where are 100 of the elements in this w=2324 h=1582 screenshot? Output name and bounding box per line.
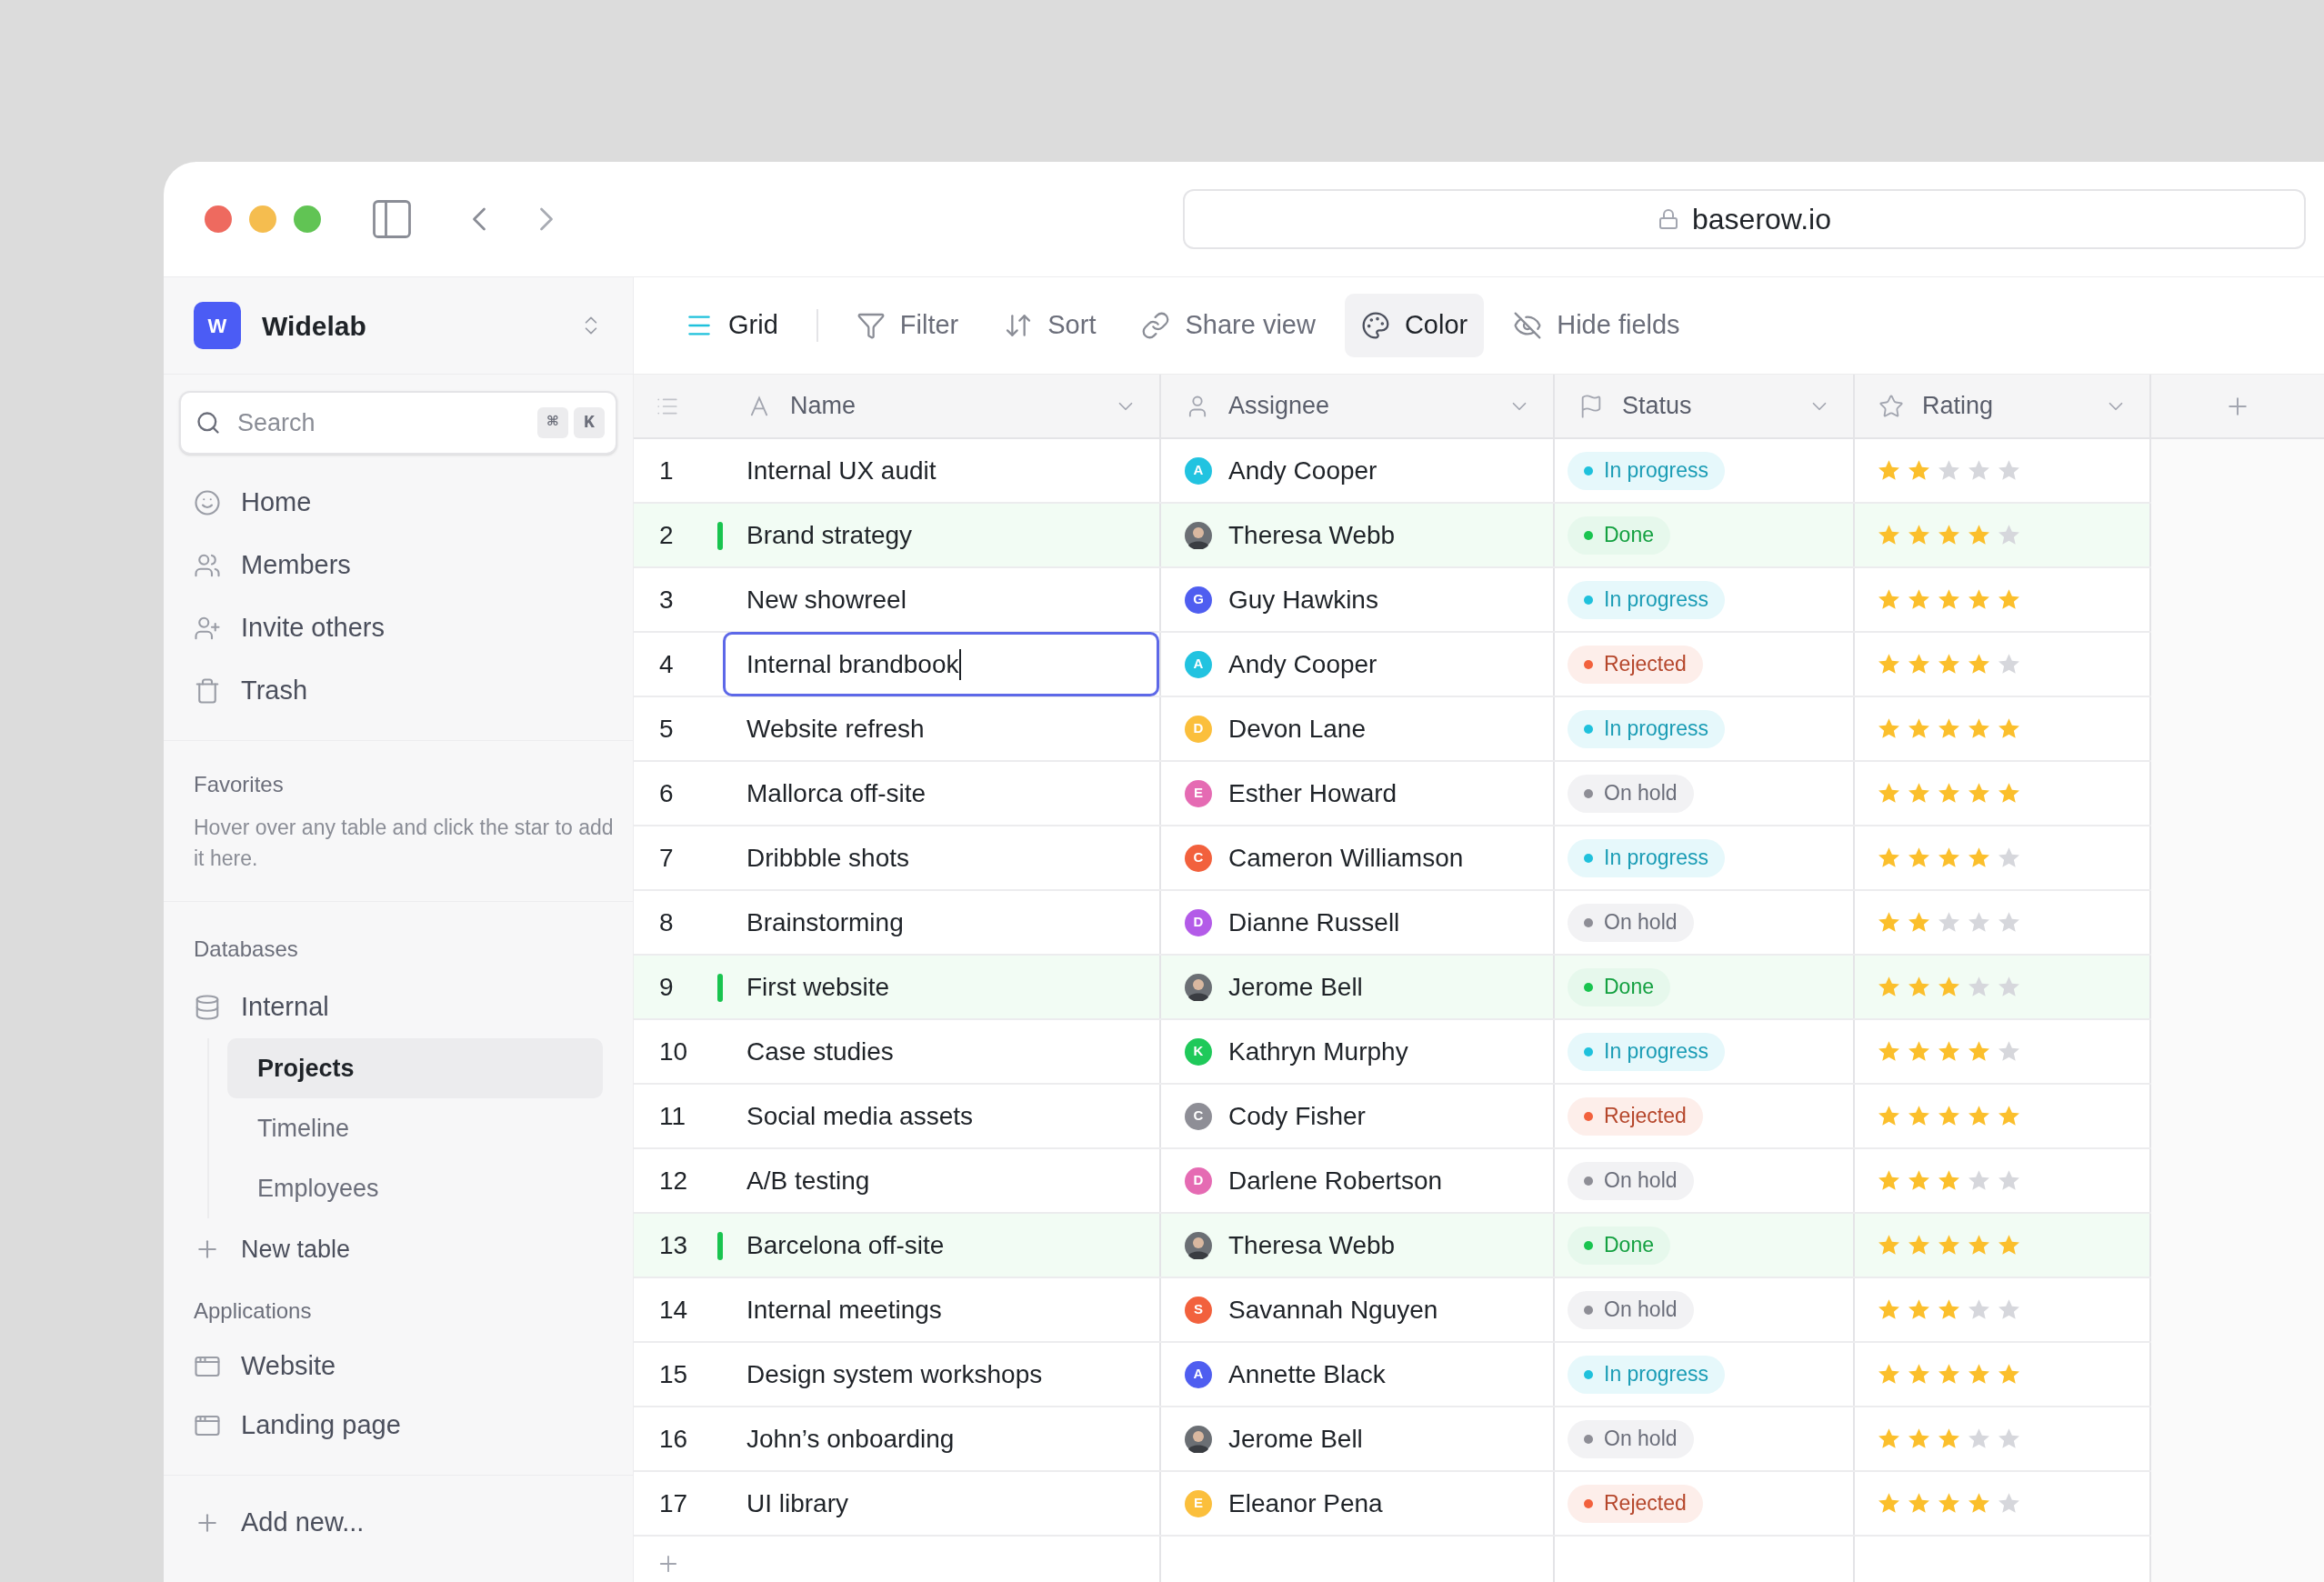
star-rating[interactable] (1877, 458, 2021, 483)
column-header[interactable]: Rating (1855, 375, 2151, 437)
filled-star-icon[interactable] (1877, 975, 1901, 999)
toolbar-button[interactable]: Hide fields (1497, 294, 1697, 357)
table-item[interactable]: Projects (227, 1038, 603, 1098)
table-row[interactable]: 2 Brand strategy Theresa Webb Done (634, 504, 2151, 568)
filled-star-icon[interactable] (1937, 523, 1961, 547)
column-header[interactable]: Assignee (1161, 375, 1555, 437)
filled-star-icon[interactable] (1877, 910, 1901, 935)
table-row[interactable]: 6 Mallorca off-site E Esther Howard On hold (634, 762, 2151, 826)
new-table-button[interactable]: New table (194, 1218, 603, 1280)
filled-star-icon[interactable] (1997, 1362, 2021, 1387)
empty-star-icon[interactable] (1997, 523, 2021, 547)
star-rating[interactable] (1877, 1233, 2021, 1257)
filled-star-icon[interactable] (1877, 1104, 1901, 1128)
star-rating[interactable] (1877, 652, 2021, 676)
table-row[interactable]: 12 A/B testing D Darlene Robertson On hold (634, 1149, 2151, 1214)
filled-star-icon[interactable] (1907, 1297, 1931, 1322)
empty-star-icon[interactable] (1967, 458, 1991, 483)
filled-star-icon[interactable] (1877, 846, 1901, 870)
filled-star-icon[interactable] (1877, 1362, 1901, 1387)
empty-star-icon[interactable] (1997, 1297, 2021, 1322)
toolbar-button[interactable]: Grid (668, 294, 795, 357)
address-bar[interactable]: baserow.io (1183, 189, 2306, 249)
filled-star-icon[interactable] (1907, 1491, 1931, 1516)
table-row[interactable]: 1 Internal UX audit A Andy Cooper In progress (634, 439, 2151, 504)
filled-star-icon[interactable] (1967, 587, 1991, 612)
filled-star-icon[interactable] (1907, 910, 1931, 935)
filled-star-icon[interactable] (1967, 1362, 1991, 1387)
application-item[interactable]: Website (194, 1337, 603, 1396)
filled-star-icon[interactable] (1967, 1491, 1991, 1516)
table-row[interactable]: 11 Social media assets C Cody Fisher Rejected (634, 1085, 2151, 1149)
table-row[interactable]: 9 First website Jerome Bell Done (634, 956, 2151, 1020)
filled-star-icon[interactable] (1907, 1233, 1931, 1257)
empty-star-icon[interactable] (1997, 1491, 2021, 1516)
nav-item[interactable]: Home (194, 471, 603, 534)
star-rating[interactable] (1877, 975, 2021, 999)
filled-star-icon[interactable] (1907, 458, 1931, 483)
filled-star-icon[interactable] (1877, 587, 1901, 612)
toolbar-button[interactable]: Filter (839, 294, 976, 357)
filled-star-icon[interactable] (1937, 1233, 1961, 1257)
table-row[interactable]: 15 Design system workshops A Annette Black In progress (634, 1343, 2151, 1407)
filled-star-icon[interactable] (1907, 781, 1931, 806)
nav-item[interactable]: Members (194, 534, 603, 596)
filled-star-icon[interactable] (1937, 716, 1961, 741)
filled-star-icon[interactable] (1907, 716, 1931, 741)
filled-star-icon[interactable] (1907, 1427, 1931, 1451)
empty-star-icon[interactable] (1937, 910, 1961, 935)
empty-star-icon[interactable] (1937, 458, 1961, 483)
filled-star-icon[interactable] (1937, 1427, 1961, 1451)
filled-star-icon[interactable] (1967, 1039, 1991, 1064)
table-row[interactable]: 16 John’s onboarding Jerome Bell On hold (634, 1407, 2151, 1472)
filled-star-icon[interactable] (1877, 1427, 1901, 1451)
add-new-button[interactable]: Add new... (194, 1492, 603, 1554)
empty-star-icon[interactable] (1997, 1039, 2021, 1064)
empty-star-icon[interactable] (1967, 1427, 1991, 1451)
filled-star-icon[interactable] (1907, 975, 1931, 999)
toolbar-button[interactable]: Sort (987, 294, 1113, 357)
filled-star-icon[interactable] (1907, 652, 1931, 676)
empty-star-icon[interactable] (1997, 846, 2021, 870)
filled-star-icon[interactable] (1937, 652, 1961, 676)
table-row[interactable]: 17 UI library E Eleanor Pena Rejected (634, 1472, 2151, 1537)
filled-star-icon[interactable] (1937, 1039, 1961, 1064)
filled-star-icon[interactable] (1877, 1491, 1901, 1516)
star-rating[interactable] (1877, 1297, 2021, 1322)
star-rating[interactable] (1877, 910, 2021, 935)
star-rating[interactable] (1877, 1491, 2021, 1516)
star-rating[interactable] (1877, 1362, 2021, 1387)
empty-star-icon[interactable] (1997, 652, 2021, 676)
empty-star-icon[interactable] (1967, 1297, 1991, 1322)
filled-star-icon[interactable] (1877, 652, 1901, 676)
filled-star-icon[interactable] (1877, 1168, 1901, 1193)
table-row[interactable]: 10 Case studies K Kathryn Murphy In progress (634, 1020, 2151, 1085)
table-item[interactable]: Timeline (227, 1098, 603, 1158)
filled-star-icon[interactable] (1967, 716, 1991, 741)
star-rating[interactable] (1877, 1427, 2021, 1451)
filled-star-icon[interactable] (1937, 1491, 1961, 1516)
table-row[interactable]: 8 Brainstorming D Dianne Russell On hold (634, 891, 2151, 956)
table-row[interactable]: 3 New showreel G Guy Hawkins In progress (634, 568, 2151, 633)
filled-star-icon[interactable] (1877, 716, 1901, 741)
filled-star-icon[interactable] (1877, 781, 1901, 806)
filled-star-icon[interactable] (1937, 1297, 1961, 1322)
nav-item[interactable]: Invite others (194, 596, 603, 659)
star-rating[interactable] (1877, 781, 2021, 806)
filled-star-icon[interactable] (1877, 1297, 1901, 1322)
table-item[interactable]: Employees (227, 1158, 603, 1218)
star-rating[interactable] (1877, 846, 2021, 870)
filled-star-icon[interactable] (1967, 781, 1991, 806)
filled-star-icon[interactable] (1997, 1233, 2021, 1257)
table-row[interactable]: 14 Internal meetings S Savannah Nguyen On hold (634, 1278, 2151, 1343)
star-rating[interactable] (1877, 587, 2021, 612)
table-row[interactable]: 5 Website refresh D Devon Lane In progress (634, 697, 2151, 762)
filled-star-icon[interactable] (1907, 587, 1931, 612)
filled-star-icon[interactable] (1937, 587, 1961, 612)
filled-star-icon[interactable] (1997, 781, 2021, 806)
filled-star-icon[interactable] (1907, 1362, 1931, 1387)
table-row[interactable]: 13 Barcelona off-site Theresa Webb Done (634, 1214, 2151, 1278)
filled-star-icon[interactable] (1877, 1233, 1901, 1257)
filled-star-icon[interactable] (1967, 1104, 1991, 1128)
toolbar-button[interactable]: Color (1344, 294, 1485, 357)
